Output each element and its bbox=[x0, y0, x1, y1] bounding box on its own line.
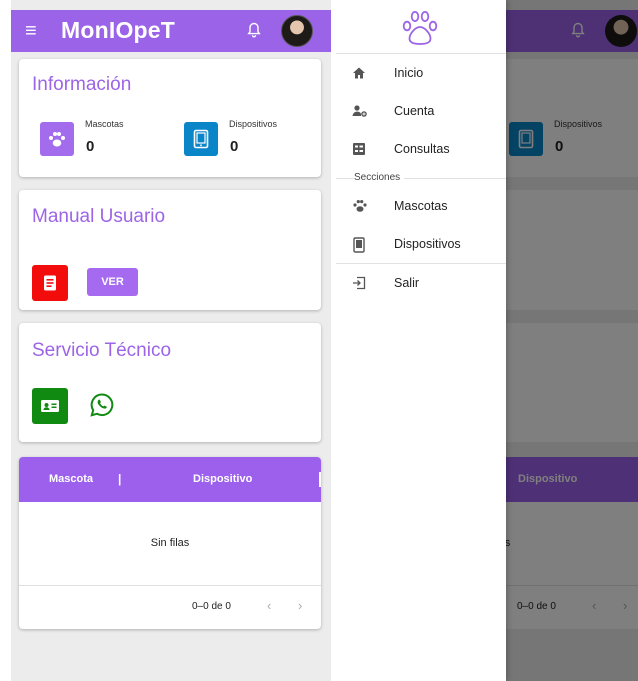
previous-page-icon[interactable]: ‹ bbox=[267, 598, 271, 613]
devices-tile bbox=[184, 122, 218, 156]
pets-count: 0 bbox=[86, 138, 95, 155]
contact-card-button[interactable] bbox=[32, 388, 68, 424]
form-icon bbox=[352, 142, 366, 161]
paw-icon bbox=[352, 199, 368, 218]
table-pagination: 0–0 de 0 ‹ › bbox=[19, 585, 321, 629]
drawer-item-label: Dispositivos bbox=[394, 237, 461, 251]
document-icon bbox=[44, 275, 56, 291]
pets-label: Mascotas bbox=[85, 119, 124, 129]
info-card-title: Información bbox=[32, 74, 132, 95]
avatar[interactable] bbox=[281, 15, 313, 47]
paw-logo-icon bbox=[400, 10, 440, 53]
drawer-divider bbox=[336, 53, 506, 54]
drawer-screen: Dispositivos 0 Dispositivo Sin filas 0–0… bbox=[336, 0, 638, 681]
devices-table: Mascota | Dispositivo Sin filas 0–0 de 0… bbox=[19, 457, 321, 629]
account-settings-icon bbox=[352, 104, 368, 123]
drawer-divider bbox=[336, 263, 506, 264]
drawer-item-dispositivos[interactable]: Dispositivos bbox=[336, 226, 506, 262]
app-title: MonIOpeT bbox=[61, 17, 176, 43]
column-separator[interactable]: | bbox=[118, 472, 121, 486]
logout-icon bbox=[352, 276, 366, 295]
service-card-title: Servicio Técnico bbox=[32, 340, 172, 361]
drawer-item-cuenta[interactable]: Cuenta bbox=[336, 93, 506, 129]
manual-card: Manual Usuario VER bbox=[19, 190, 321, 310]
column-separator-edge[interactable] bbox=[319, 472, 321, 487]
home-screen: ≡ MonIOpeT Información Mascotas 0 Dispos… bbox=[11, 0, 331, 681]
tablet-icon bbox=[352, 237, 366, 258]
tablet-icon bbox=[193, 129, 209, 149]
contact-card-icon bbox=[41, 400, 59, 412]
table-header: Mascota | Dispositivo bbox=[19, 457, 321, 502]
drawer-item-consultas[interactable]: Consultas bbox=[336, 131, 506, 167]
service-card: Servicio Técnico bbox=[19, 323, 321, 442]
drawer-item-salir[interactable]: Salir bbox=[336, 265, 506, 301]
drawer-item-label: Mascotas bbox=[394, 199, 448, 213]
home-icon bbox=[352, 66, 366, 85]
whatsapp-icon[interactable] bbox=[89, 392, 115, 423]
paw-icon bbox=[49, 132, 65, 147]
drawer-item-label: Inicio bbox=[394, 66, 424, 80]
hamburger-icon[interactable]: ≡ bbox=[25, 21, 37, 41]
drawer-item-inicio[interactable]: Inicio bbox=[336, 55, 506, 91]
section-header: Secciones bbox=[354, 172, 405, 183]
column-header-mascota[interactable]: Mascota bbox=[49, 473, 93, 485]
empty-rows-message: Sin filas bbox=[150, 537, 190, 549]
drawer-item-label: Consultas bbox=[394, 142, 450, 156]
bell-icon[interactable] bbox=[247, 22, 261, 43]
devices-count: 0 bbox=[230, 138, 239, 155]
drawer-item-label: Cuenta bbox=[394, 104, 435, 118]
next-page-icon[interactable]: › bbox=[298, 598, 302, 613]
manual-card-title: Manual Usuario bbox=[32, 206, 166, 227]
view-manual-button[interactable]: VER bbox=[87, 268, 138, 296]
navigation-drawer: Inicio Cuenta Consultas Secciones Mascot… bbox=[336, 0, 506, 681]
info-card: Información Mascotas 0 Dispositivos 0 bbox=[19, 59, 321, 177]
drawer-item-mascotas[interactable]: Mascotas bbox=[336, 188, 506, 224]
column-header-dispositivo[interactable]: Dispositivo bbox=[193, 473, 252, 485]
pagination-count: 0–0 de 0 bbox=[192, 601, 231, 612]
devices-label: Dispositivos bbox=[229, 119, 278, 129]
app-bar: ≡ MonIOpeT bbox=[11, 10, 331, 52]
manual-tile bbox=[32, 265, 68, 301]
drawer-item-label: Salir bbox=[394, 276, 420, 290]
pets-tile bbox=[40, 122, 74, 156]
